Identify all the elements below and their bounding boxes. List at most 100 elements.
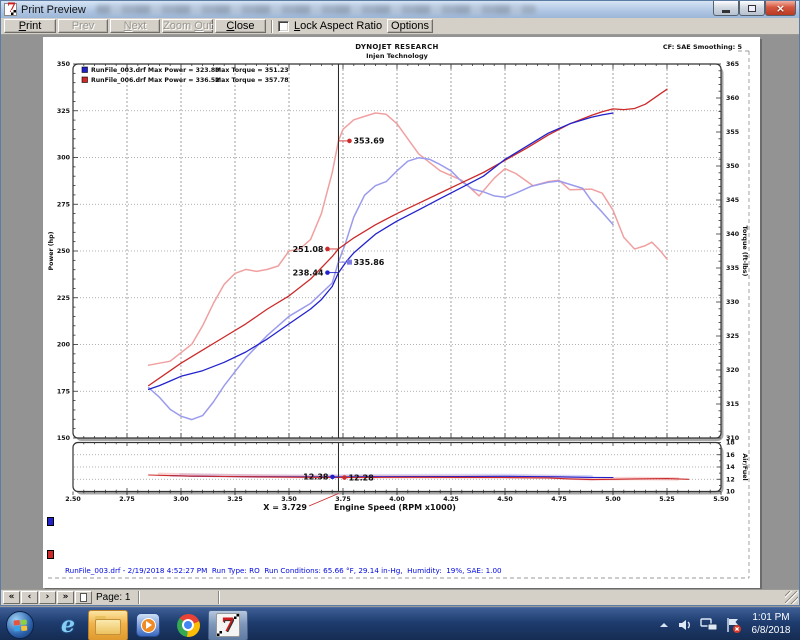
print-preview-window: 7 Print Preview × Print Prev Next Zoom O… [0,0,800,606]
annotation-label: 238.44 [293,268,324,277]
x-tick-label: 2.50 [65,496,81,503]
torque-tick-label: 365 [726,61,739,68]
x-tick-label: 2.75 [119,496,135,503]
torque-tick-label: 325 [726,333,739,340]
toolbar-separator [271,20,273,33]
next-button[interactable]: Next [110,19,160,33]
prev-button[interactable]: Prev [58,19,108,33]
options-button[interactable]: Options [387,19,433,33]
annotation-marker [325,247,330,252]
first-page-button[interactable]: « [3,591,20,604]
preview-page: 1501752002252502753003253503103153203253… [43,37,760,588]
winpep7-icon: 7 [216,613,240,637]
power-tick-label: 275 [57,201,70,208]
clock-date: 6/8/2018 [744,624,798,637]
statusbar-separator [218,591,220,604]
folder-icon [95,616,121,635]
titlebar[interactable]: 7 Print Preview × [1,1,799,18]
legend-swatch [82,67,88,73]
taskbar-clock[interactable]: 1:01 PM 6/8/2018 [744,611,798,637]
power-tick-label: 225 [57,295,70,302]
zoom-out-button[interactable]: Zoom Out [162,19,213,33]
hidden-icons-arrow-icon[interactable] [658,620,670,630]
af-tick-label: 18 [726,440,735,447]
torque-axis-title: Torque (ft-lbs) [741,226,748,277]
close-window-button[interactable]: × [765,1,796,16]
next-page-button[interactable]: › [39,591,56,604]
torque-tick-label: 320 [726,367,740,374]
statusbar-separator [138,591,140,604]
annotation-label: 353.69 [353,137,384,146]
x-tick-label: 5.25 [659,496,675,503]
last-page-button[interactable]: » [57,591,74,604]
media-player-icon [136,613,160,637]
resize-grip[interactable] [785,591,798,604]
x-axis-title: Engine Speed (RPM x1000) [334,503,456,512]
run-color-swatch-icon [47,550,54,559]
prev-page-button[interactable]: ‹ [21,591,38,604]
restore-button[interactable] [739,1,765,16]
annotation-label: 12.38 [303,473,329,482]
minimize-icon [722,10,730,13]
chrome-icon [177,614,200,637]
legend-entry: RunFile_006.drf Max Power = 336.52 [91,77,220,84]
x-tick-label: 3.50 [281,496,297,503]
x-tick-label: 5.00 [605,496,621,503]
taskbar-internet-explorer[interactable]: e [48,610,88,640]
taskbar: e 7 [0,607,800,640]
af-tick-label: 14 [726,464,735,471]
annotation-marker [325,270,330,275]
chart-title: DYNOJET RESEARCH [73,43,721,51]
power-tick-label: 250 [57,248,71,255]
chart-subtitle: Injen Technology [73,52,721,60]
power-tick-label: 175 [57,388,70,395]
x-tick-label: 5.50 [713,496,729,503]
power-tick-label: 150 [57,435,71,442]
print-button[interactable]: Print [4,19,56,33]
af-axis-title: Air/Fuel [741,453,748,480]
x-tick-label: 3.75 [335,496,351,503]
legend-swatch [82,77,88,83]
close-icon: × [776,3,785,14]
start-button[interactable] [6,611,34,639]
torque-tick-label: 330 [726,299,740,306]
power-tick-label: 325 [57,108,70,115]
windows-logo-icon [14,619,28,632]
desktop: 7 Print Preview × Print Prev Next Zoom O… [0,0,800,640]
annotation-label: 251.08 [293,245,324,254]
window-title: Print Preview [21,4,86,16]
internet-explorer-icon: e [61,612,75,638]
power-tick-label: 300 [57,155,71,162]
taskbar-winpep7[interactable]: 7 [208,610,248,640]
correction-smoothing-note: CF: SAE Smoothing: 5 [663,43,742,51]
taskbar-media-player[interactable] [128,610,168,640]
torque-tick-label: 345 [726,197,739,204]
annotation-marker [347,139,352,144]
winpep7-app-icon: 7 [4,3,17,16]
torque-tick-label: 340 [726,231,740,238]
annotation-label: 12.28 [348,473,374,482]
page-indicator: Page: 1 [96,592,130,603]
network-icon[interactable] [700,617,718,632]
torque-tick-label: 335 [726,265,739,272]
statusbar: « ‹ › » Page: 1 [1,589,799,605]
annotation-label: 335.86 [353,258,384,267]
dyno-chart: 1501752002252502753003253503103153203253… [43,37,760,588]
taskbar-file-explorer[interactable] [88,610,128,640]
x-tick-label: 4.00 [389,496,405,503]
cursor-x-label: X = 3.729 [263,503,307,512]
x-tick-label: 3.00 [173,496,189,503]
action-center-flag-icon[interactable] [725,617,742,633]
run-info-evo1900: RunFile_006.drf - 2/19/2018 5:55:22 PM R… [47,549,502,589]
lock-aspect-ratio-label: Lock Aspect Ratio [294,20,382,32]
close-preview-button[interactable]: Close [215,19,266,33]
minimize-button[interactable] [713,1,739,16]
volume-icon[interactable] [677,617,693,633]
x-tick-label: 4.25 [443,496,459,503]
taskbar-chrome[interactable] [168,610,208,640]
torque-tick-label: 360 [726,95,740,102]
lock-aspect-ratio-checkbox[interactable] [278,21,289,32]
page-view-button[interactable] [75,591,92,604]
annotation-marker [347,260,352,265]
power-tick-label: 350 [57,61,71,68]
